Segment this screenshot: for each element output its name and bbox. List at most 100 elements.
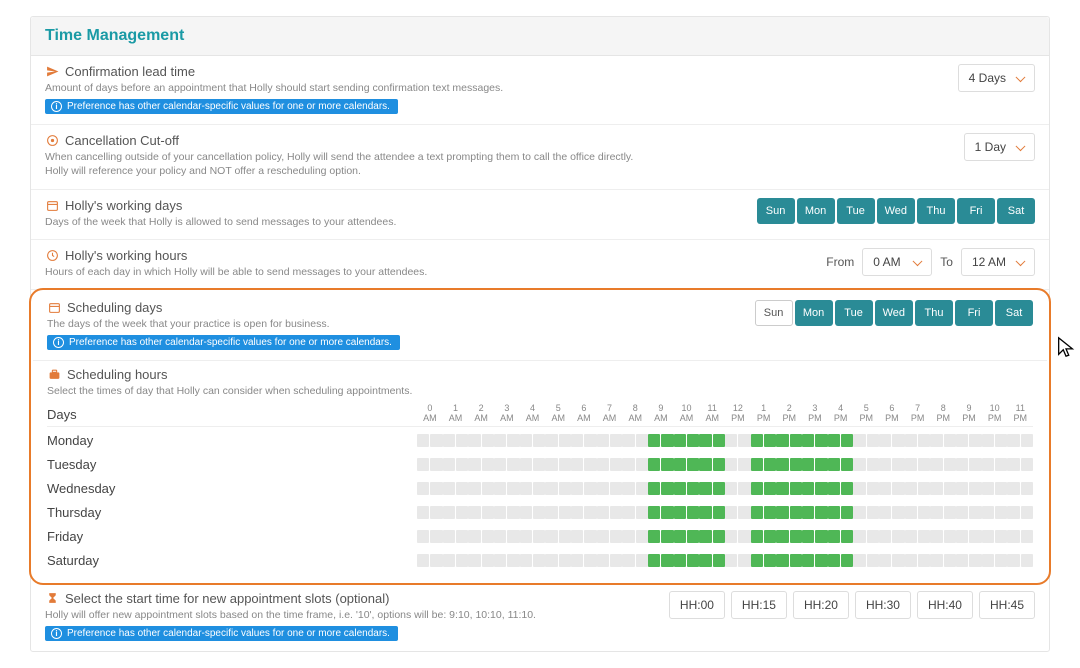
schedule-cell[interactable] xyxy=(738,506,750,519)
schedule-cell[interactable] xyxy=(969,434,981,447)
schedule-cell[interactable] xyxy=(841,530,853,543)
schedule-cell[interactable] xyxy=(559,554,571,567)
schedule-cell[interactable] xyxy=(918,482,930,495)
schedule-cell[interactable] xyxy=(815,554,827,567)
schedule-cell[interactable] xyxy=(815,506,827,519)
schedule-cell[interactable] xyxy=(982,554,994,567)
schedule-cell[interactable] xyxy=(738,554,750,567)
schedule-cell[interactable] xyxy=(802,530,814,543)
schedule-cell[interactable] xyxy=(699,434,711,447)
schedule-cell[interactable] xyxy=(571,434,583,447)
schedule-cell[interactable] xyxy=(930,458,942,471)
schedule-cell[interactable] xyxy=(456,530,468,543)
schedule-cell[interactable] xyxy=(725,458,737,471)
working-day-toggle-fri[interactable]: Fri xyxy=(957,198,995,224)
schedule-cell[interactable] xyxy=(610,458,622,471)
schedule-cell[interactable] xyxy=(751,506,763,519)
schedule-cell[interactable] xyxy=(610,434,622,447)
schedule-cell[interactable] xyxy=(738,530,750,543)
schedule-cell[interactable] xyxy=(520,434,532,447)
schedule-cell[interactable] xyxy=(584,482,596,495)
schedule-cell[interactable] xyxy=(456,434,468,447)
schedule-cell[interactable] xyxy=(622,554,634,567)
schedule-cell[interactable] xyxy=(879,482,891,495)
schedule-cell[interactable] xyxy=(828,554,840,567)
schedule-cell[interactable] xyxy=(764,530,776,543)
schedule-cell[interactable] xyxy=(636,554,648,567)
schedule-cell[interactable] xyxy=(776,458,788,471)
schedule-cell[interactable] xyxy=(944,458,956,471)
schedule-cell[interactable] xyxy=(674,458,686,471)
schedule-cell[interactable] xyxy=(841,554,853,567)
schedule-cell[interactable] xyxy=(430,554,442,567)
scheduling-day-toggle-wed[interactable]: Wed xyxy=(875,300,913,326)
schedule-cell[interactable] xyxy=(841,482,853,495)
schedule-cell[interactable] xyxy=(879,434,891,447)
schedule-cell[interactable] xyxy=(584,554,596,567)
start-time-option[interactable]: HH:45 xyxy=(979,591,1035,619)
schedule-cell[interactable] xyxy=(468,458,480,471)
schedule-cell[interactable] xyxy=(725,434,737,447)
schedule-cell[interactable] xyxy=(815,434,827,447)
schedule-cell[interactable] xyxy=(918,530,930,543)
schedule-cell[interactable] xyxy=(841,434,853,447)
schedule-cell[interactable] xyxy=(648,434,660,447)
cancellation-cutoff-select[interactable]: 1 Day xyxy=(964,133,1035,161)
schedule-cell[interactable] xyxy=(1007,530,1019,543)
schedule-cell[interactable] xyxy=(699,506,711,519)
working-hours-to-select[interactable]: 12 AM xyxy=(961,248,1035,276)
schedule-cell[interactable] xyxy=(841,506,853,519)
schedule-cell[interactable] xyxy=(571,482,583,495)
schedule-cell[interactable] xyxy=(1021,530,1033,543)
working-day-toggle-mon[interactable]: Mon xyxy=(797,198,835,224)
schedule-cell[interactable] xyxy=(545,434,557,447)
schedule-cell[interactable] xyxy=(674,434,686,447)
schedule-cell[interactable] xyxy=(661,482,673,495)
schedule-cell[interactable] xyxy=(969,458,981,471)
schedule-cell[interactable] xyxy=(687,554,699,567)
schedule-cell[interactable] xyxy=(995,458,1007,471)
schedule-cell[interactable] xyxy=(1021,458,1033,471)
schedule-cell[interactable] xyxy=(507,482,519,495)
schedule-cell[interactable] xyxy=(930,530,942,543)
schedule-cell[interactable] xyxy=(969,530,981,543)
schedule-cell[interactable] xyxy=(571,458,583,471)
schedule-cell[interactable] xyxy=(995,554,1007,567)
schedule-cell[interactable] xyxy=(828,530,840,543)
schedule-cell[interactable] xyxy=(713,458,725,471)
schedule-cell[interactable] xyxy=(648,506,660,519)
schedule-cell[interactable] xyxy=(520,530,532,543)
schedule-cell[interactable] xyxy=(661,554,673,567)
schedule-cell[interactable] xyxy=(456,458,468,471)
schedule-cell[interactable] xyxy=(443,482,455,495)
schedule-cell[interactable] xyxy=(918,434,930,447)
schedule-cell[interactable] xyxy=(456,506,468,519)
schedule-cell[interactable] xyxy=(969,554,981,567)
schedule-cell[interactable] xyxy=(815,458,827,471)
schedule-cell[interactable] xyxy=(776,434,788,447)
schedule-cell[interactable] xyxy=(597,506,609,519)
schedule-cell[interactable] xyxy=(1007,434,1019,447)
schedule-cell[interactable] xyxy=(776,530,788,543)
schedule-cell[interactable] xyxy=(507,506,519,519)
schedule-cell[interactable] xyxy=(636,458,648,471)
schedule-cell[interactable] xyxy=(738,482,750,495)
schedule-cell[interactable] xyxy=(892,434,904,447)
schedule-cell[interactable] xyxy=(867,530,879,543)
schedule-cell[interactable] xyxy=(790,458,802,471)
schedule-cell[interactable] xyxy=(494,434,506,447)
schedule-cell[interactable] xyxy=(482,530,494,543)
schedule-cell[interactable] xyxy=(597,434,609,447)
schedule-cell[interactable] xyxy=(559,458,571,471)
schedule-cell[interactable] xyxy=(918,506,930,519)
schedule-cell[interactable] xyxy=(956,482,968,495)
schedule-cell[interactable] xyxy=(853,554,865,567)
schedule-cell[interactable] xyxy=(430,458,442,471)
schedule-cell[interactable] xyxy=(867,554,879,567)
schedule-cell[interactable] xyxy=(982,458,994,471)
schedule-cell[interactable] xyxy=(930,506,942,519)
schedule-cell[interactable] xyxy=(892,554,904,567)
schedule-cell[interactable] xyxy=(725,530,737,543)
working-day-toggle-sun[interactable]: Sun xyxy=(757,198,795,224)
scheduling-day-toggle-mon[interactable]: Mon xyxy=(795,300,833,326)
